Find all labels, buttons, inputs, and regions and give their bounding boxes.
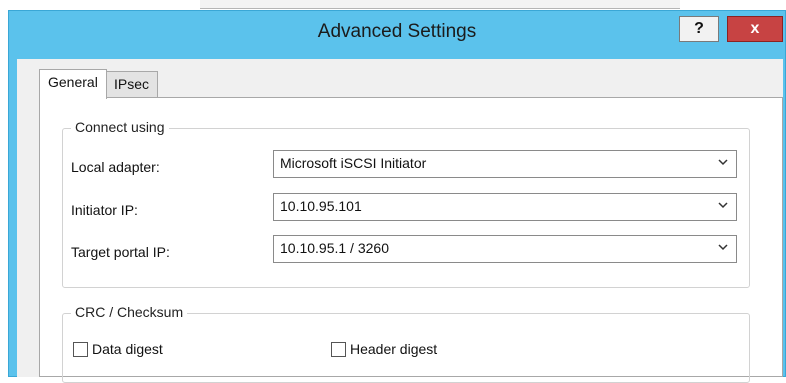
dialog-title: Advanced Settings: [317, 21, 477, 42]
dialog-client-area: General IPsec Connect using Local adapte…: [17, 59, 783, 383]
general-tab-panel: Connect using Local adapter: Microsoft i…: [39, 97, 783, 383]
advanced-settings-dialog: Advanced Settings ? x General IPsec Conn…: [8, 10, 786, 383]
crc-checksum-group: CRC / Checksum Data digest Header digest: [62, 304, 750, 383]
data-digest-checkbox-box[interactable]: [73, 342, 88, 357]
chevron-down-icon: [718, 159, 728, 166]
initiator-ip-select[interactable]: 10.10.95.101: [273, 193, 737, 221]
local-adapter-value: Microsoft iSCSI Initiator: [280, 155, 427, 171]
header-digest-checkbox-box[interactable]: [331, 342, 346, 357]
initiator-ip-value: 10.10.95.101: [280, 198, 362, 214]
crc-checksum-legend: CRC / Checksum: [71, 304, 188, 320]
help-button[interactable]: ?: [679, 16, 719, 42]
connect-using-group: Connect using Local adapter: Microsoft i…: [62, 119, 750, 288]
header-digest-checkbox[interactable]: Header digest: [331, 341, 437, 357]
target-portal-ip-label: Target portal IP:: [71, 244, 170, 260]
target-portal-ip-value: 10.10.95.1 / 3260: [280, 240, 389, 256]
connect-using-legend: Connect using: [71, 119, 169, 135]
data-digest-checkbox[interactable]: Data digest: [73, 341, 163, 357]
local-adapter-select[interactable]: Microsoft iSCSI Initiator: [273, 150, 737, 178]
chevron-down-icon: [718, 202, 728, 209]
target-portal-ip-select[interactable]: 10.10.95.1 / 3260: [273, 235, 737, 263]
initiator-ip-label: Initiator IP:: [71, 202, 138, 218]
title-bar: Advanced Settings ? x: [9, 11, 785, 61]
header-digest-label: Header digest: [350, 341, 438, 357]
data-digest-label: Data digest: [92, 341, 163, 357]
tab-ipsec[interactable]: IPsec: [105, 71, 159, 97]
chevron-down-icon: [718, 244, 728, 251]
local-adapter-label: Local adapter:: [71, 159, 160, 175]
background-window-strip: [200, 0, 680, 9]
tab-general[interactable]: General: [39, 69, 107, 99]
close-button[interactable]: x: [727, 16, 783, 42]
